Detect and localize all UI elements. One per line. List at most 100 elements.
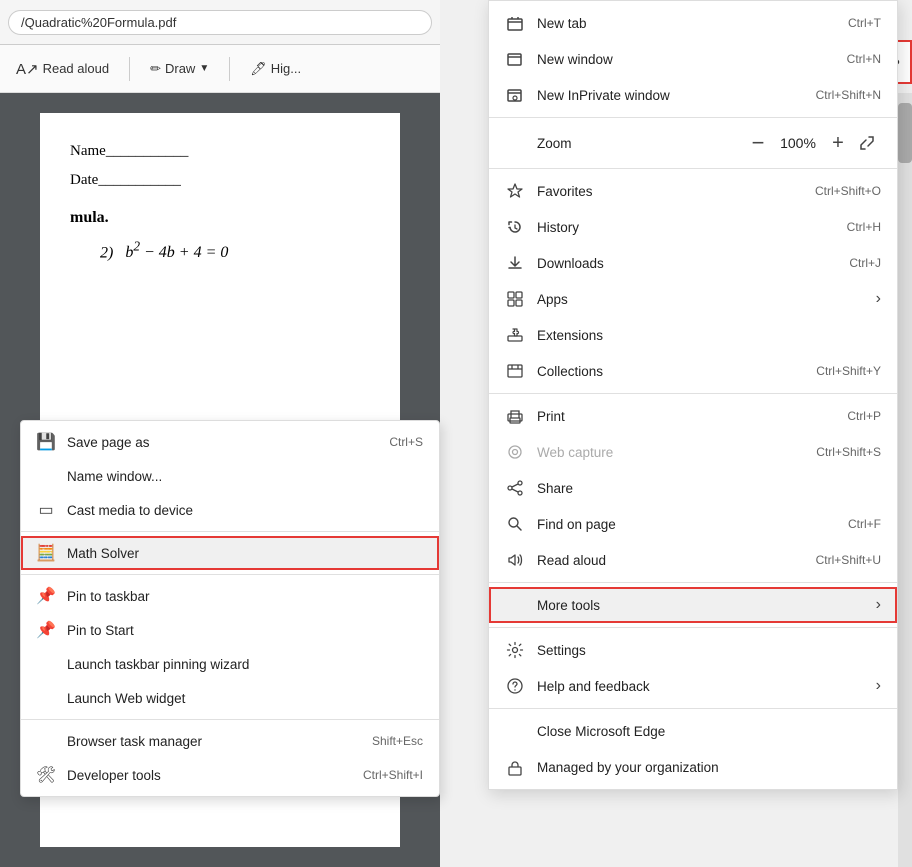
context-pin-taskbar[interactable]: 📌 Pin to taskbar xyxy=(21,579,439,613)
close-edge-label: Close Microsoft Edge xyxy=(537,724,665,739)
menu-divider-3 xyxy=(489,393,897,394)
web-capture-icon xyxy=(505,442,525,462)
equation-prefix: 2) xyxy=(100,244,113,261)
highlight-icon: 🖊 xyxy=(250,61,267,77)
name-window-icon xyxy=(37,467,55,485)
launch-widget-label: Launch Web widget xyxy=(67,691,185,706)
math-solver-label: Math Solver xyxy=(67,546,139,561)
read-aloud-menu-label: Read aloud xyxy=(537,553,606,568)
context-divider-2 xyxy=(21,574,439,575)
zoom-minus-button[interactable]: − xyxy=(743,128,773,158)
apps-icon xyxy=(505,289,525,309)
downloads-icon xyxy=(505,253,525,273)
browser-toolbar: /Quadratic%20Formula.pdf xyxy=(0,0,440,45)
menu-extensions[interactable]: Extensions xyxy=(489,317,897,353)
pin-start-icon: 📌 xyxy=(37,621,55,639)
dropdown-menu: New tab Ctrl+T New window Ctrl+N New InP… xyxy=(488,0,898,790)
read-aloud-button[interactable]: A↗ Read aloud xyxy=(8,56,117,82)
menu-downloads[interactable]: Downloads Ctrl+J xyxy=(489,245,897,281)
context-cast-media[interactable]: ▭ Cast media to device xyxy=(21,493,439,527)
menu-divider-4 xyxy=(489,582,897,583)
managed-label: Managed by your organization xyxy=(537,760,719,775)
menu-help-feedback[interactable]: Help and feedback › xyxy=(489,668,897,704)
url-bar[interactable]: /Quadratic%20Formula.pdf xyxy=(8,10,432,35)
more-tools-chevron: › xyxy=(876,596,881,614)
pdf-formula-label: mula. xyxy=(70,209,370,227)
read-aloud-shortcut: Ctrl+Shift+U xyxy=(816,553,881,567)
dev-tools-icon: 🛠 xyxy=(37,766,55,784)
settings-label: Settings xyxy=(537,643,586,658)
draw-icon: ✏ xyxy=(150,61,161,77)
zoom-value: 100% xyxy=(773,135,823,151)
menu-share[interactable]: Share xyxy=(489,470,897,506)
context-save-page-as[interactable]: 💾 Save page as Ctrl+S xyxy=(21,425,439,459)
menu-collections[interactable]: Collections Ctrl+Shift+Y xyxy=(489,353,897,389)
menu-divider-5 xyxy=(489,627,897,628)
zoom-plus-button[interactable]: + xyxy=(823,128,853,158)
context-divider-1 xyxy=(21,531,439,532)
context-pin-start[interactable]: 📌 Pin to Start xyxy=(21,613,439,647)
launch-wizard-icon xyxy=(37,655,55,673)
cast-media-label: Cast media to device xyxy=(67,503,193,518)
draw-button[interactable]: ✏ Draw ▼ xyxy=(142,57,217,81)
context-launch-wizard[interactable]: Launch taskbar pinning wizard xyxy=(21,647,439,681)
menu-web-capture[interactable]: Web capture Ctrl+Shift+S xyxy=(489,434,897,470)
apps-chevron: › xyxy=(876,290,881,308)
menu-divider-1 xyxy=(489,117,897,118)
highlight-button[interactable]: 🖊 Hig... xyxy=(242,57,309,81)
context-browser-task-mgr[interactable]: Browser task manager Shift+Esc xyxy=(21,724,439,758)
inprivate-icon xyxy=(505,85,525,105)
new-tab-icon xyxy=(505,13,525,33)
scrollbar-thumb[interactable] xyxy=(898,103,912,163)
toolbar-separator-2 xyxy=(229,57,230,81)
new-window-shortcut: Ctrl+N xyxy=(847,52,881,66)
highlight-label: Hig... xyxy=(271,61,301,76)
pin-taskbar-label: Pin to taskbar xyxy=(67,589,150,604)
favorites-label: Favorites xyxy=(537,184,593,199)
task-mgr-icon xyxy=(37,732,55,750)
managed-icon xyxy=(505,757,525,777)
menu-apps[interactable]: Apps › xyxy=(489,281,897,317)
collections-label: Collections xyxy=(537,364,603,379)
zoom-label: Zoom xyxy=(505,136,743,151)
menu-read-aloud[interactable]: Read aloud Ctrl+Shift+U xyxy=(489,542,897,578)
pin-start-label: Pin to Start xyxy=(67,623,134,638)
new-tab-shortcut: Ctrl+T xyxy=(848,16,881,30)
draw-label: Draw xyxy=(165,61,195,76)
new-window-label: New window xyxy=(537,52,613,67)
pdf-toolbar: A↗ Read aloud ✏ Draw ▼ 🖊 Hig... xyxy=(0,45,440,93)
read-aloud-icon: A↗ xyxy=(16,60,39,78)
menu-more-tools[interactable]: More tools › xyxy=(489,587,897,623)
find-on-page-shortcut: Ctrl+F xyxy=(848,517,881,531)
context-launch-widget[interactable]: Launch Web widget xyxy=(21,681,439,715)
read-aloud-menu-icon xyxy=(505,550,525,570)
web-capture-label: Web capture xyxy=(537,445,613,460)
menu-history[interactable]: History Ctrl+H xyxy=(489,209,897,245)
help-icon xyxy=(505,676,525,696)
menu-print[interactable]: Print Ctrl+P xyxy=(489,398,897,434)
context-developer-tools[interactable]: 🛠 Developer tools Ctrl+Shift+I xyxy=(21,758,439,792)
menu-find-on-page[interactable]: Find on page Ctrl+F xyxy=(489,506,897,542)
toolbar-separator xyxy=(129,57,130,81)
draw-chevron: ▼ xyxy=(199,63,209,74)
scrollbar[interactable] xyxy=(898,93,912,867)
dev-tools-label: Developer tools xyxy=(67,768,161,783)
favorites-icon xyxy=(505,181,525,201)
math-solver-icon: 🧮 xyxy=(37,544,55,562)
zoom-expand-button[interactable] xyxy=(853,129,881,157)
more-tools-label: More tools xyxy=(537,598,600,613)
context-math-solver[interactable]: 🧮 Math Solver xyxy=(21,536,439,570)
menu-favorites[interactable]: Favorites Ctrl+Shift+O xyxy=(489,173,897,209)
extensions-icon xyxy=(505,325,525,345)
menu-settings[interactable]: Settings xyxy=(489,632,897,668)
downloads-shortcut: Ctrl+J xyxy=(849,256,881,270)
menu-new-inprivate[interactable]: New InPrivate window Ctrl+Shift+N xyxy=(489,77,897,113)
menu-close-edge[interactable]: Close Microsoft Edge xyxy=(489,713,897,749)
downloads-label: Downloads xyxy=(537,256,604,271)
pin-taskbar-icon: 📌 xyxy=(37,587,55,605)
menu-new-window[interactable]: New window Ctrl+N xyxy=(489,41,897,77)
menu-new-tab[interactable]: New tab Ctrl+T xyxy=(489,5,897,41)
menu-managed[interactable]: Managed by your organization xyxy=(489,749,897,785)
collections-icon xyxy=(505,361,525,381)
context-name-window[interactable]: Name window... xyxy=(21,459,439,493)
